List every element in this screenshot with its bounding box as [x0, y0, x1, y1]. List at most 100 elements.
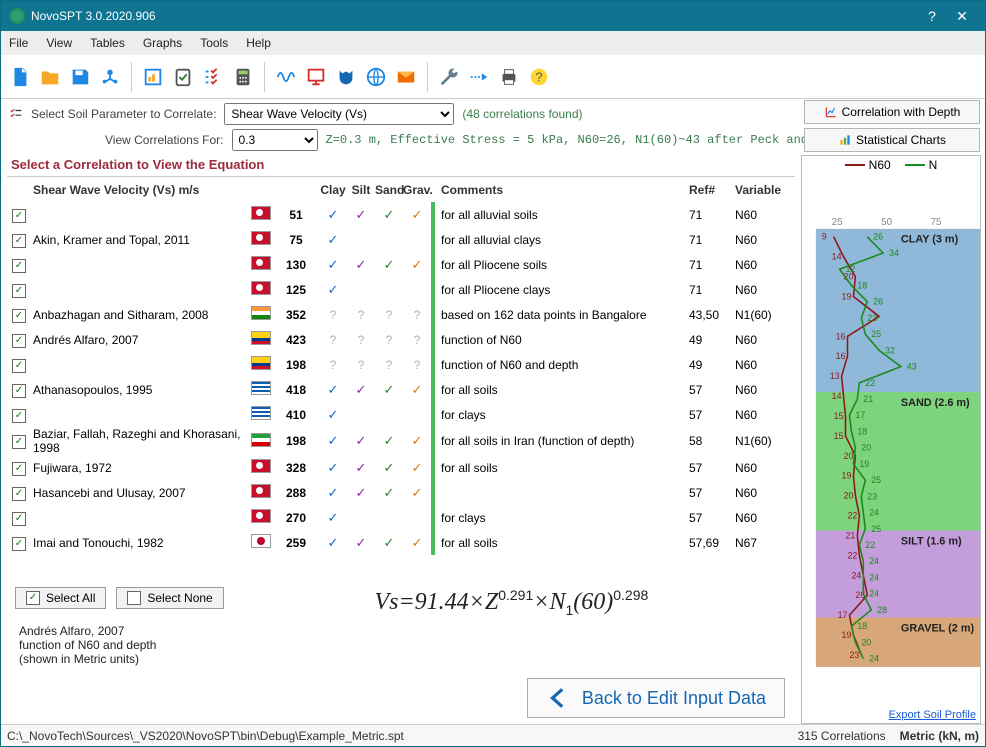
row-var: N60 [735, 208, 795, 222]
row-checkbox[interactable]: ✓ [12, 409, 26, 423]
save-icon[interactable] [69, 66, 91, 88]
export-icon[interactable] [468, 66, 490, 88]
row-checkbox[interactable]: ✓ [12, 487, 26, 501]
flag-icon [251, 534, 271, 548]
soil-cell: ✓ [319, 485, 347, 501]
titlebar-help-button[interactable]: ? [917, 8, 947, 24]
row-ref: 58 [689, 434, 735, 448]
menu-graphs[interactable]: Graphs [143, 36, 182, 50]
row-checkbox[interactable]: ✓ [12, 259, 26, 273]
soil-cell: ? [319, 308, 347, 322]
row-var: N60 [735, 511, 795, 525]
svg-text:24: 24 [869, 654, 879, 664]
table-row[interactable]: ✓Hasancebi and Ulusay, 2007288✓✓✓✓57N60 [7, 480, 795, 505]
row-var: N60 [735, 461, 795, 475]
globe-icon[interactable] [365, 66, 387, 88]
table-row[interactable]: ✓Athanasopoulos, 1995418✓✓✓✓for all soil… [7, 377, 795, 402]
table-row[interactable]: ✓Imai and Tonouchi, 1982259✓✓✓✓for all s… [7, 530, 795, 555]
menu-tables[interactable]: Tables [90, 36, 125, 50]
correlation-depth-button[interactable]: Correlation with Depth [804, 100, 980, 124]
network-icon[interactable] [99, 66, 121, 88]
row-checkbox[interactable]: ✓ [12, 359, 26, 373]
svg-text:24: 24 [869, 572, 879, 582]
table-row[interactable]: ✓51✓✓✓✓for all alluvial soils71N60 [7, 202, 795, 227]
depth-select[interactable]: 0.3 [232, 129, 318, 151]
soil-cell: ✓ [375, 535, 403, 551]
svg-text:16: 16 [836, 351, 846, 361]
app-icon [9, 8, 25, 24]
table-row[interactable]: ✓Akin, Kramer and Topal, 201175✓for all … [7, 227, 795, 252]
table-row[interactable]: ✓Baziar, Fallah, Razeghi and Khorasani, … [7, 427, 795, 455]
soil-cell: ✓ [319, 232, 347, 248]
param-select[interactable]: Shear Wave Velocity (Vs) [224, 103, 454, 125]
legend-n: N [929, 158, 938, 172]
row-var: N60 [735, 233, 795, 247]
svg-text:22: 22 [865, 378, 875, 388]
menu-view[interactable]: View [46, 36, 72, 50]
row-checkbox[interactable]: ✓ [12, 512, 26, 526]
row-checkbox[interactable]: ✓ [12, 462, 26, 476]
row-checkbox[interactable]: ✓ [12, 209, 26, 223]
back-button[interactable]: Back to Edit Input Data [527, 678, 785, 718]
col-grav: Grav. [403, 183, 431, 197]
soil-cell: ✓ [319, 207, 347, 223]
row-checkbox[interactable]: ✓ [12, 234, 26, 248]
correlation-description: Andrés Alfaro, 2007 function of N60 and … [7, 624, 795, 672]
table-row[interactable]: ✓410✓for clays57N60 [7, 402, 795, 427]
new-file-icon[interactable] [9, 66, 31, 88]
soil-cell: ? [347, 333, 375, 347]
print-icon[interactable] [498, 66, 520, 88]
presentation-icon[interactable] [305, 66, 327, 88]
help-icon[interactable]: ? [528, 66, 550, 88]
bar-chart-icon [838, 133, 852, 147]
menu-tools[interactable]: Tools [200, 36, 228, 50]
wrench-icon[interactable] [438, 66, 460, 88]
row-checkbox[interactable]: ✓ [12, 284, 26, 298]
svg-text:28: 28 [877, 605, 887, 615]
select-none-button[interactable]: Select None [116, 587, 223, 609]
soil-cell: ✓ [347, 460, 375, 476]
clipboard-icon[interactable] [172, 66, 194, 88]
correlations-found-label: (48 correlations found) [462, 107, 582, 121]
svg-text:24: 24 [869, 556, 879, 566]
cat-icon[interactable] [335, 66, 357, 88]
soil-cell: ✓ [319, 460, 347, 476]
svg-text:23: 23 [867, 313, 877, 323]
table-row[interactable]: ✓Andrés Alfaro, 2007423????function of N… [7, 327, 795, 352]
calculator-icon[interactable] [232, 66, 254, 88]
row-ref: 71 [689, 258, 735, 272]
table-row[interactable]: ✓Fujiwara, 1972328✓✓✓✓for all soils57N60 [7, 455, 795, 480]
soil-cell: ✓ [403, 535, 431, 551]
row-checkbox[interactable]: ✓ [12, 384, 26, 398]
row-checkbox[interactable]: ✓ [12, 334, 26, 348]
table-row[interactable]: ✓270✓for clays57N60 [7, 505, 795, 530]
row-ref: 57 [689, 383, 735, 397]
mail-icon[interactable] [395, 66, 417, 88]
view-for-label: View Correlations For: [105, 133, 224, 147]
checklist-icon[interactable] [202, 66, 224, 88]
table-row[interactable]: ✓Anbazhagan and Sitharam, 2008352????bas… [7, 302, 795, 327]
section-heading: Select a Correlation to View the Equatio… [7, 155, 795, 176]
svg-text:20: 20 [844, 491, 854, 501]
export-profile-link[interactable]: Export Soil Profile [802, 707, 980, 723]
open-folder-icon[interactable] [39, 66, 61, 88]
flag-icon [251, 306, 271, 320]
statistical-charts-button[interactable]: Statistical Charts [804, 128, 980, 152]
table-row[interactable]: ✓125✓for all Pliocene clays71N60 [7, 277, 795, 302]
row-checkbox[interactable]: ✓ [12, 435, 26, 449]
svg-text:12: 12 [846, 264, 856, 274]
svg-text:26: 26 [873, 232, 883, 242]
row-comment: based on 162 data points in Bangalore [435, 308, 689, 322]
chart-pane-icon[interactable] [142, 66, 164, 88]
row-checkbox[interactable]: ✓ [12, 537, 26, 551]
menu-help[interactable]: Help [246, 36, 271, 50]
row-checkbox[interactable]: ✓ [12, 309, 26, 323]
menu-file[interactable]: File [9, 36, 28, 50]
select-all-button[interactable]: ✓Select All [15, 587, 106, 609]
titlebar-close-button[interactable]: ✕ [947, 8, 977, 25]
table-row[interactable]: ✓198????function of N60 and depth49N60 [7, 352, 795, 377]
table-row[interactable]: ✓130✓✓✓✓for all Pliocene soils71N60 [7, 252, 795, 277]
wave-icon[interactable] [275, 66, 297, 88]
back-arrow-icon [546, 685, 572, 711]
row-var: N1(60) [735, 434, 795, 448]
